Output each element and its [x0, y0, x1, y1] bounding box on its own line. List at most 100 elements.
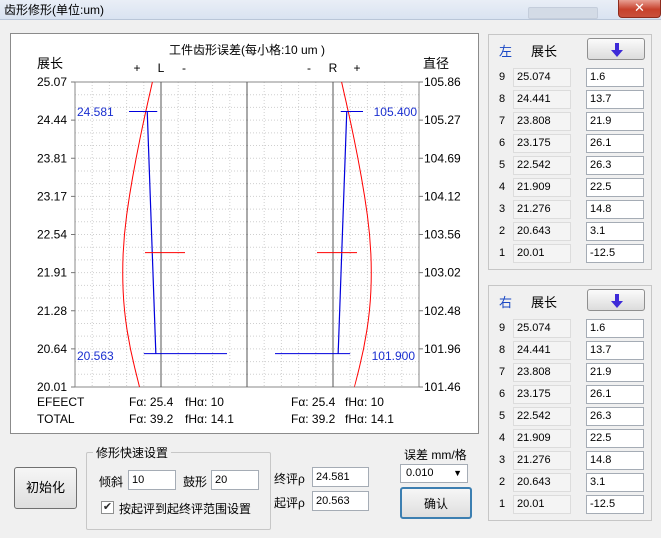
error-unit-label: 误差 mm/格	[404, 448, 467, 462]
position-cell: 20.643	[513, 473, 571, 492]
left-fa-effect: Fα: 25.4	[129, 395, 174, 409]
position-cell: 20.643	[513, 222, 571, 241]
right-download-button[interactable]	[587, 289, 645, 311]
table-row: 4 21.909 22.5	[489, 428, 653, 449]
error-input[interactable]: 26.3	[586, 156, 644, 175]
end-eval-input[interactable]: 24.581	[312, 467, 369, 487]
position-cell: 20.01	[513, 244, 571, 263]
right-axis-label: 直径	[423, 56, 449, 71]
row-index: 9	[499, 71, 506, 83]
error-input[interactable]: 26.1	[586, 385, 644, 404]
profile-chart: 工件齿形误差(每小格:10 um ) 展长 直径 + L - - R + 25.…	[37, 42, 461, 426]
table-row: 8 24.441 13.7	[489, 89, 653, 110]
error-input[interactable]: 13.7	[586, 90, 644, 109]
right-fha-effect: fHα: 10	[345, 395, 384, 409]
position-cell: 20.01	[513, 495, 571, 514]
range-checkbox[interactable]: ✔	[101, 501, 114, 514]
slope-input[interactable]: 10	[128, 470, 176, 490]
row-index: 6	[499, 137, 506, 149]
confirm-button[interactable]: 确认	[400, 487, 472, 519]
row-index: 1	[499, 247, 506, 259]
error-select[interactable]: 0.010 ▼	[400, 464, 468, 483]
right-tick-label: 102.48	[424, 304, 461, 318]
row-index: 8	[499, 93, 506, 105]
position-cell: 22.542	[513, 407, 571, 426]
start-eval-input[interactable]: 20.563	[312, 491, 369, 511]
top-value-right: 105.400	[374, 105, 418, 119]
left-fha-effect: fHα: 10	[185, 395, 224, 409]
row-index: 4	[499, 181, 506, 193]
row-index: 3	[499, 203, 506, 215]
table-row: 4 21.909 22.5	[489, 177, 653, 198]
left-mark-minus: -	[182, 61, 186, 75]
error-input[interactable]: 13.7	[586, 341, 644, 360]
total-label: TOTAL	[37, 412, 75, 426]
left-tick-label: 22.54	[37, 228, 67, 242]
position-cell: 22.542	[513, 156, 571, 175]
position-cell: 25.074	[513, 319, 571, 338]
error-input[interactable]: -12.5	[586, 244, 644, 263]
bottom-value-right: 101.900	[372, 349, 416, 363]
position-cell: 21.909	[513, 429, 571, 448]
close-button[interactable]: ✕	[618, 0, 661, 18]
position-cell: 24.441	[513, 90, 571, 109]
error-input[interactable]: 14.8	[586, 200, 644, 219]
left-axis-label: 展长	[37, 56, 63, 71]
right-fa-effect: Fα: 25.4	[291, 395, 336, 409]
table-row: 5 22.542 26.3	[489, 155, 653, 176]
table-row: 2 20.643 3.1	[489, 472, 653, 493]
error-select-value: 0.010	[406, 467, 434, 479]
background-tab	[528, 7, 598, 19]
quick-modify-title: 修形快速设置	[93, 444, 172, 461]
table-row: 3 21.276 14.8	[489, 450, 653, 471]
table-row: 7 23.808 21.9	[489, 362, 653, 383]
error-input[interactable]: 3.1	[586, 473, 644, 492]
right-tick-label: 104.12	[424, 189, 461, 203]
top-value-left: 24.581	[77, 105, 114, 119]
error-input[interactable]: 26.1	[586, 134, 644, 153]
error-input[interactable]: 1.6	[586, 68, 644, 87]
left-download-button[interactable]	[587, 38, 645, 60]
error-input[interactable]: 3.1	[586, 222, 644, 241]
error-input[interactable]: 21.9	[586, 112, 644, 131]
position-cell: 21.276	[513, 200, 571, 219]
right-fa-total: Fα: 39.2	[291, 412, 336, 426]
left-tick-label: 24.44	[37, 113, 67, 127]
init-button[interactable]: 初始化	[14, 467, 77, 509]
row-index: 1	[499, 498, 506, 510]
error-input[interactable]: 21.9	[586, 363, 644, 382]
table-row: 3 21.276 14.8	[489, 199, 653, 220]
table-row: 7 23.808 21.9	[489, 111, 653, 132]
table-row: 1 20.01 -12.5	[489, 494, 653, 515]
range-checkbox-label: 按起评到起终评范围设置	[119, 502, 252, 516]
table-row: 6 23.175 26.1	[489, 133, 653, 154]
position-cell: 24.441	[513, 341, 571, 360]
error-input[interactable]: -12.5	[586, 495, 644, 514]
left-tick-label: 25.07	[37, 75, 67, 89]
bottom-value-left: 20.563	[77, 349, 114, 363]
error-input[interactable]: 22.5	[586, 178, 644, 197]
row-index: 5	[499, 410, 506, 422]
position-cell: 21.276	[513, 451, 571, 470]
left-mark-l: L	[158, 61, 165, 75]
window-title: 齿形修形(单位:um)	[4, 3, 104, 17]
left-fa-total: Fα: 39.2	[129, 412, 174, 426]
error-input[interactable]: 22.5	[586, 429, 644, 448]
right-tick-label: 105.86	[424, 75, 461, 89]
table-row: 9 25.074 1.6	[489, 67, 653, 88]
right-tick-label: 103.02	[424, 266, 461, 280]
error-input[interactable]: 26.3	[586, 407, 644, 426]
left-side-label: 左	[499, 44, 513, 59]
error-input[interactable]: 1.6	[586, 319, 644, 338]
row-index: 6	[499, 388, 506, 400]
position-cell: 23.175	[513, 134, 571, 153]
right-flank-panel: 右 展长 9 25.074 1.6 8 24.441 13.7 7 23.808 21.9 6 23…	[488, 285, 652, 521]
table-row: 5 22.542 26.3	[489, 406, 653, 427]
row-index: 7	[499, 366, 506, 378]
down-arrow-icon	[611, 294, 623, 308]
error-input[interactable]: 14.8	[586, 451, 644, 470]
drum-input[interactable]: 20	[211, 470, 259, 490]
row-index: 4	[499, 432, 506, 444]
start-eval-label: 起评ρ	[274, 496, 305, 510]
right-tick-label: 101.96	[424, 342, 461, 356]
